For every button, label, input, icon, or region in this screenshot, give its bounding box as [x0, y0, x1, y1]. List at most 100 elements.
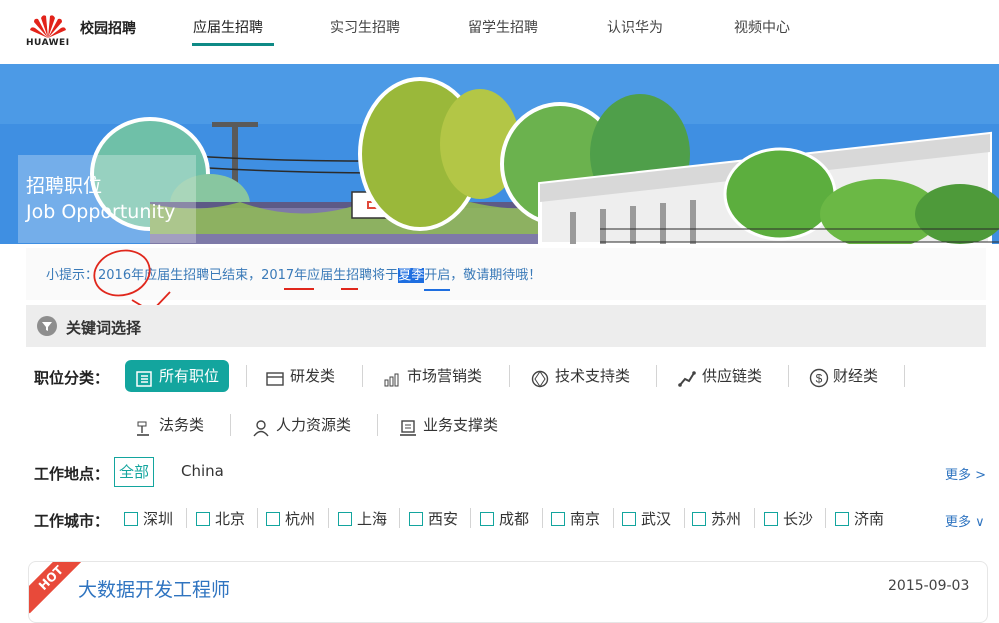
category-marketing-label: 市场营销类 — [407, 367, 483, 385]
svg-text:$: $ — [816, 372, 823, 386]
category-hr-label: 人力资源类 — [276, 416, 352, 434]
tip-text: 小提示：2016年应届生招聘已结束，2017年应届生招聘将于夏季开启，敬请期待哦… — [46, 264, 541, 283]
checkbox-icon — [764, 511, 778, 526]
nav-intern[interactable]: 实习生招聘 — [296, 0, 434, 64]
category-tech-support-label: 技术支持类 — [555, 367, 631, 385]
category-legal[interactable]: 法务类 — [135, 409, 204, 441]
category-business-support[interactable]: 业务支撑类 — [399, 409, 498, 441]
city-label: 工作城市： — [34, 512, 110, 530]
city-name: 成都 — [499, 510, 530, 528]
category-hr[interactable]: 人力资源类 — [252, 409, 351, 441]
checkbox-icon — [124, 511, 138, 526]
location-more-link[interactable]: 更多 > — [945, 464, 986, 483]
divider — [788, 365, 789, 387]
city-checkbox[interactable]: 深圳 — [124, 508, 173, 529]
category-business-support-label: 业务支撑类 — [423, 416, 499, 434]
checkbox-icon — [196, 511, 210, 526]
gavel-icon — [135, 416, 153, 436]
person-icon — [252, 416, 270, 437]
city-checkbox[interactable]: 苏州 — [692, 508, 741, 529]
divider — [509, 365, 510, 387]
city-checkbox[interactable]: 武汉 — [622, 508, 671, 529]
trend-icon — [678, 367, 696, 387]
banner-title-en: Job Opportunity — [26, 201, 176, 223]
nav-video-center[interactable]: 视频中心 — [698, 0, 826, 64]
checkbox-icon — [835, 511, 849, 526]
divider — [754, 508, 755, 528]
monitor-icon — [399, 416, 417, 436]
divider — [186, 508, 187, 528]
divider — [470, 508, 471, 528]
city-name: 长沙 — [783, 510, 814, 528]
checkbox-icon — [409, 511, 423, 526]
checkbox-icon — [551, 511, 565, 526]
checkbox-icon — [692, 511, 706, 526]
top-header: HUAWEI 校园招聘 应届生招聘 实习生招聘 留学生招聘 认识华为 视频中心 — [0, 0, 999, 64]
city-checkbox[interactable]: 杭州 — [266, 508, 315, 529]
divider — [542, 508, 543, 528]
divider — [656, 365, 657, 387]
site-title[interactable]: 校园招聘 — [80, 18, 136, 38]
location-china[interactable]: China — [181, 462, 224, 480]
tip-part2: 开启，敬请期待哦！ — [424, 268, 542, 283]
nav-overseas[interactable]: 留学生招聘 — [434, 0, 572, 64]
main-nav: 应届生招聘 实习生招聘 留学生招聘 认识华为 视频中心 — [160, 0, 826, 64]
dollar-icon: $ — [809, 367, 829, 388]
nav-graduate[interactable]: 应届生招聘 — [160, 0, 296, 64]
city-checkbox[interactable]: 上海 — [338, 508, 387, 529]
city-name: 济南 — [854, 510, 885, 528]
city-name: 南京 — [570, 510, 601, 528]
list-icon — [135, 367, 153, 387]
checkbox-icon — [266, 511, 280, 526]
city-more-link[interactable]: 更多 ∨ — [945, 511, 985, 530]
category-rd[interactable]: 研发类 — [266, 360, 335, 392]
category-finance-label: 财经类 — [833, 367, 879, 385]
globe-icon — [531, 367, 549, 388]
category-tech-support[interactable]: 技术支持类 — [531, 360, 630, 392]
category-all-label: 所有职位 — [159, 367, 220, 385]
banner-caption-panel — [18, 155, 196, 243]
city-checkbox[interactable]: 济南 — [835, 508, 884, 529]
divider — [613, 508, 614, 528]
checkbox-icon — [480, 511, 494, 526]
tip-prefix: 小提示： — [46, 268, 99, 283]
tip-highlight: 夏季 — [398, 268, 425, 283]
hero-banner: 招聘职位 Job Opportunity — [0, 64, 999, 244]
city-name: 杭州 — [285, 510, 316, 528]
city-checkbox[interactable]: 成都 — [480, 508, 529, 529]
divider — [825, 508, 826, 528]
divider — [904, 365, 905, 387]
category-supply-chain-label: 供应链类 — [702, 367, 763, 385]
divider — [377, 414, 378, 436]
city-checkbox[interactable]: 北京 — [196, 508, 245, 529]
logo-text: HUAWEI — [26, 38, 70, 48]
category-all[interactable]: 所有职位 — [125, 360, 230, 392]
category-rd-label: 研发类 — [290, 367, 336, 385]
city-name: 西安 — [428, 510, 459, 528]
location-label: 工作地点： — [34, 465, 110, 483]
divider — [257, 508, 258, 528]
location-all-button[interactable]: 全部 — [114, 457, 154, 487]
divider — [399, 508, 400, 528]
city-name: 北京 — [215, 510, 246, 528]
city-name: 武汉 — [641, 510, 672, 528]
city-checkbox[interactable]: 南京 — [551, 508, 600, 529]
category-finance[interactable]: $ 财经类 — [809, 360, 878, 392]
city-checkbox[interactable]: 西安 — [409, 508, 458, 529]
job-title-link[interactable]: 大数据开发工程师 — [78, 575, 230, 602]
category-label: 职位分类： — [34, 369, 110, 387]
bar-chart-icon — [383, 367, 401, 387]
nav-about-huawei[interactable]: 认识华为 — [572, 0, 698, 64]
category-supply-chain[interactable]: 供应链类 — [678, 360, 762, 392]
divider — [362, 365, 363, 387]
city-checkbox[interactable]: 长沙 — [764, 508, 813, 529]
job-date: 2015-09-03 — [888, 578, 970, 594]
divider — [328, 508, 329, 528]
category-legal-label: 法务类 — [159, 416, 205, 434]
window-icon — [266, 367, 284, 386]
keyword-label: 关键词选择 — [66, 319, 142, 337]
category-marketing[interactable]: 市场营销类 — [383, 360, 482, 392]
city-name: 深圳 — [143, 510, 174, 528]
keyword-filter-bar — [26, 305, 986, 347]
divider — [684, 508, 685, 528]
